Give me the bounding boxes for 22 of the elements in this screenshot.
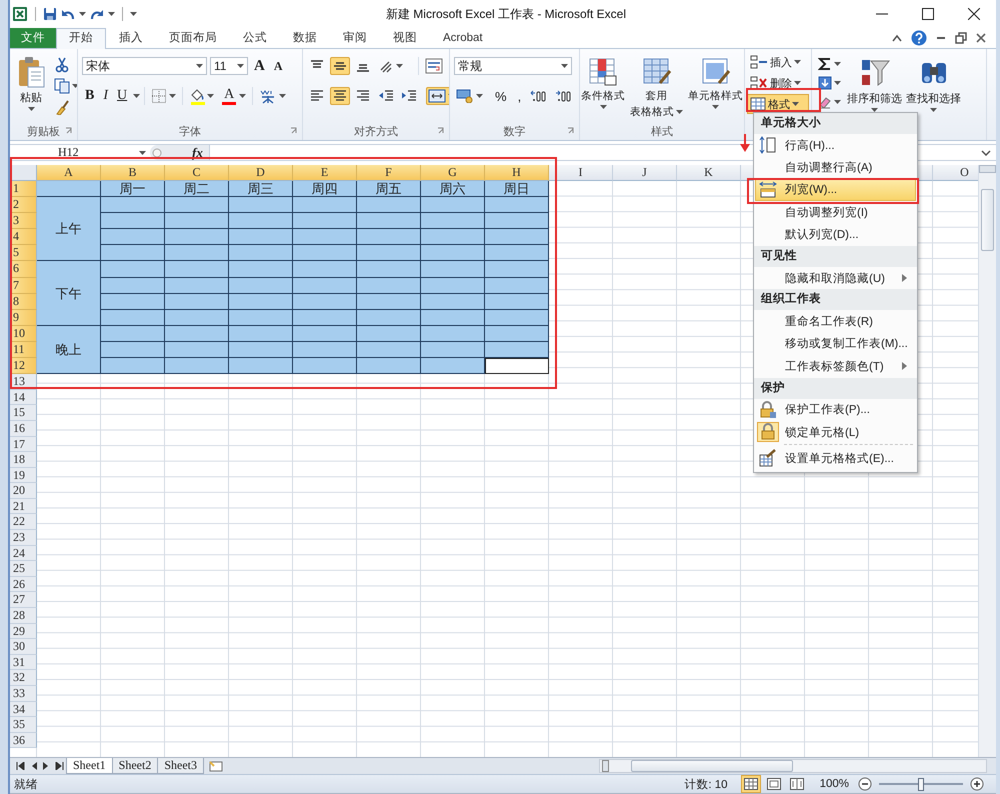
group-label: 样式: [651, 124, 673, 139]
status-text: 就绪: [13, 778, 38, 792]
table-cell: 下午: [37, 261, 101, 326]
table-cell: 周四: [293, 181, 357, 198]
table-cell: 周三: [229, 181, 293, 198]
table-cell: 周日: [485, 181, 549, 198]
table-cell: 周六: [421, 181, 485, 198]
table-cell: 上午: [37, 197, 101, 262]
table-cell: 晚上: [37, 326, 101, 374]
menu-section-header: 保护: [754, 378, 917, 399]
menu-section-header: 可见性: [754, 246, 917, 267]
menu-section-header: 单元格大小: [754, 113, 917, 134]
group-label: 对齐方式: [354, 124, 398, 139]
table-cell: 周五: [357, 181, 421, 198]
table-cell: 周二: [165, 181, 229, 198]
group-label: 数字: [504, 124, 526, 139]
menu-section-header: 组织工作表: [754, 289, 917, 310]
group-label: 字体: [179, 124, 201, 139]
window-title: 新建 Microsoft Excel 工作表 - Microsoft Excel: [384, 6, 628, 22]
count-text: 计数: 10: [684, 778, 728, 792]
table-cell: 周一: [101, 181, 165, 198]
group-label: 剪贴板: [27, 124, 60, 139]
